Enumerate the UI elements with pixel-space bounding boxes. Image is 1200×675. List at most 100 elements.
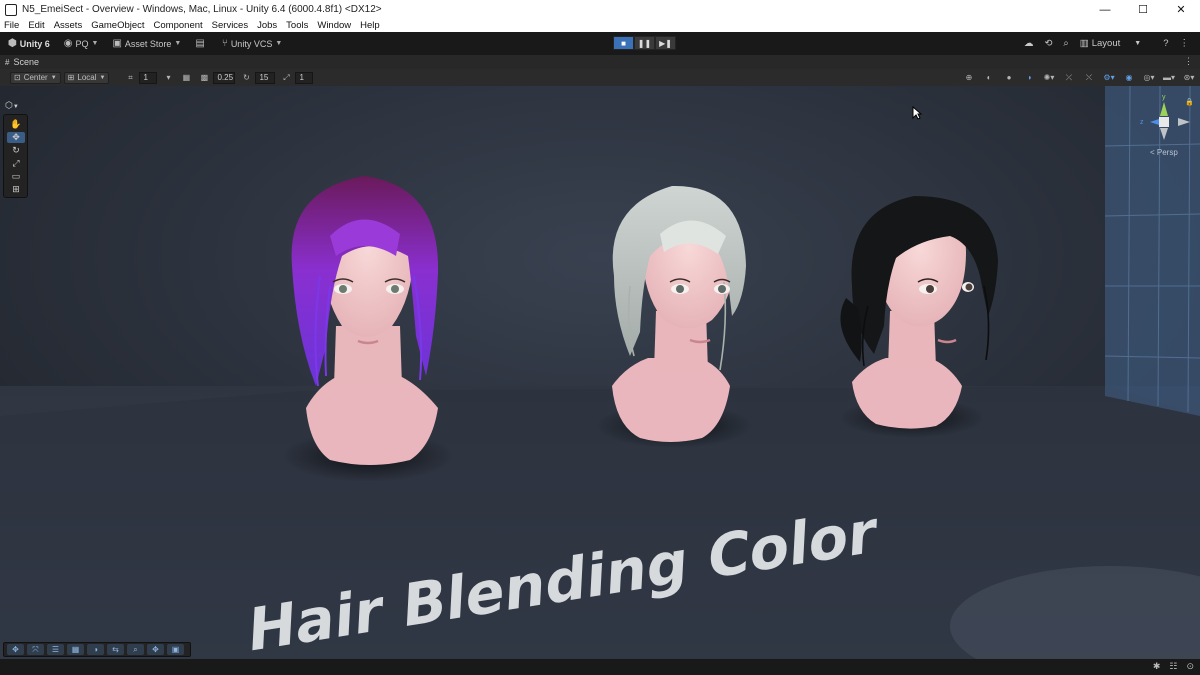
mouse-cursor-icon <box>912 106 922 120</box>
grid-snap-icon[interactable]: ⌗ <box>123 72 137 84</box>
package-button[interactable]: ▤ <box>192 35 210 52</box>
tab-scene[interactable]: # Scene <box>5 57 39 67</box>
menu-help[interactable]: Help <box>360 20 380 31</box>
menu-services[interactable]: Services <box>212 20 248 31</box>
pause-button[interactable]: ❚❚ <box>634 36 655 50</box>
vcs-button[interactable]: ⑂ Unity VCS ▼ <box>219 35 285 52</box>
asset-store-label: Asset Store <box>124 38 172 49</box>
chevron-down-icon: ▼ <box>12 104 19 110</box>
camera-icon[interactable]: ▣ <box>167 644 184 655</box>
pan-icon[interactable]: ✥ <box>147 644 164 655</box>
effects-icon[interactable]: ✺▾ <box>1042 72 1056 84</box>
rotate-tool-icon[interactable]: ↻ <box>7 145 25 156</box>
status-bar: ✱ ☷ ⊙ <box>0 659 1200 675</box>
play-stop-button[interactable]: ■ <box>613 36 634 50</box>
menu-window[interactable]: Window <box>317 20 351 31</box>
menu-assets[interactable]: Assets <box>54 20 83 31</box>
gizmo-lock-icon: 🔒 <box>1185 98 1194 106</box>
zoom-icon[interactable]: ⌕ <box>127 644 144 655</box>
store-bag-icon: ▣ <box>112 38 122 49</box>
account-button[interactable]: ◉ PQ ▼ <box>61 35 102 52</box>
window-controls: — ☐ ✕ <box>1086 0 1200 19</box>
rotate-snap-icon[interactable]: ↻ <box>239 72 253 84</box>
scene-viewport[interactable]: Hair Blending Color <box>0 86 1200 659</box>
step-button[interactable]: ▶❚ <box>655 36 676 50</box>
maximize-button[interactable]: ☐ <box>1124 0 1162 19</box>
account-icon: ◉ <box>63 38 73 49</box>
orientation-gizmo[interactable]: y z 🔒 < Persp <box>1128 88 1200 160</box>
search-icon[interactable]: ⌕ <box>1063 38 1068 49</box>
gizmos-icon[interactable]: ⚙▾ <box>1102 72 1116 84</box>
projection-label[interactable]: < Persp <box>1150 148 1178 157</box>
pivot-icon: ⊡ <box>14 73 21 82</box>
increment-snap-field[interactable]: 0.25 <box>213 71 236 84</box>
bottom-overlay-toolbar: ✥ ⤧ ☰ ▦ ◑ ⇆ ⌕ ✥ ▣ <box>3 642 191 657</box>
scale-snap-field[interactable]: 1 <box>295 71 314 84</box>
unity-logo-icon: ⬢ <box>8 38 17 49</box>
layout-button[interactable]: ▥ Layout ▼ <box>1080 38 1152 49</box>
hand-tool-icon[interactable]: ✋ <box>7 119 25 130</box>
tools-overlay: ✋ ✥ ↻ ⤢ ▭ ⊞ <box>3 114 28 198</box>
increment-snap-icon[interactable]: ▩ <box>197 72 211 84</box>
render-settings-icon[interactable]: ▬▾ <box>1162 72 1176 84</box>
shaded-icon[interactable]: ● <box>1002 72 1016 84</box>
pivot-mode-dropdown[interactable]: ⊡ Center ▼ <box>10 71 61 84</box>
menu-file[interactable]: File <box>4 20 19 31</box>
menu-tools[interactable]: Tools <box>286 20 308 31</box>
vcs-label: Unity VCS <box>230 38 273 49</box>
camera-settings-icon[interactable]: ◎▾ <box>1142 72 1156 84</box>
more-menu-icon[interactable]: ⋮ <box>1180 38 1190 49</box>
unity-menu-button[interactable]: ⬢ Unity 6 <box>5 35 53 52</box>
grid-visibility-icon[interactable]: ▦ <box>179 72 193 84</box>
grid-snap-field[interactable]: 1 <box>139 71 158 84</box>
space-label: Local <box>77 73 97 82</box>
orientation-icon[interactable]: ⊛▾ <box>1182 72 1196 84</box>
check-circle-icon[interactable]: ⊙ <box>1186 661 1194 672</box>
scene-fx-icon[interactable]: ⤬ <box>1082 72 1096 84</box>
move-tool-icon[interactable]: ✥ <box>7 132 25 143</box>
menu-bar: File Edit Assets GameObject Component Se… <box>0 19 1200 32</box>
draw-mode-icon[interactable]: ⊕ <box>962 72 976 84</box>
rect-tool-icon[interactable]: ▭ <box>7 171 25 182</box>
menu-jobs[interactable]: Jobs <box>257 20 277 31</box>
tile-tool-icon[interactable]: ⤧ <box>27 644 44 655</box>
close-button[interactable]: ✕ <box>1162 0 1200 19</box>
package-icon: ▤ <box>195 38 205 49</box>
scene-toolbar: ⊡ Center ▼ ⊞ Local ▼ ⌗ 1 ▾ ▦ ▩ 0.25 ↻ 15… <box>0 69 1200 86</box>
move-snap-icon[interactable]: ✥ <box>7 644 24 655</box>
space-icon: ⊞ <box>67 73 75 82</box>
gizmo-y-label: y <box>1162 94 1166 101</box>
tab-more-icon[interactable]: ⋮ <box>1184 56 1193 67</box>
minimize-button[interactable]: — <box>1086 0 1124 19</box>
audio-mute-icon[interactable]: ⤫ <box>1062 72 1076 84</box>
window-title: N5_EmeiSect - Overview - Windows, Mac, L… <box>22 4 382 15</box>
sort-icon[interactable]: ⇆ <box>107 644 124 655</box>
grid-tool-icon[interactable]: ▦ <box>67 644 84 655</box>
lighting-overlay-icon[interactable]: ◑ <box>87 644 104 655</box>
pivot-space-dropdown[interactable]: ⊞ Local ▼ <box>63 71 110 84</box>
asset-store-button[interactable]: ▣ Asset Store ▼ <box>109 35 184 52</box>
account-label: PQ <box>75 38 89 49</box>
lighting-toggle-icon[interactable]: ◑ <box>1022 72 1036 84</box>
rotate-snap-field[interactable]: 15 <box>255 71 276 84</box>
scale-tool-icon[interactable]: ⤢ <box>7 158 25 169</box>
axis-gizmo-icon: y z 🔒 <box>1140 94 1194 140</box>
menu-component[interactable]: Component <box>154 20 203 31</box>
help-icon[interactable]: ? <box>1163 38 1168 49</box>
menu-gameobject[interactable]: GameObject <box>91 20 144 31</box>
history-icon[interactable]: ⟲ <box>1044 38 1052 49</box>
transform-tool-icon[interactable]: ⊞ <box>7 184 25 195</box>
grid-dropdown-icon[interactable]: ▾ <box>161 72 175 84</box>
visibility-icon[interactable]: ◉ <box>1122 72 1136 84</box>
wireframe-icon[interactable]: ◐ <box>982 72 996 84</box>
toolbar-right: ☁ ⟲ ⌕ ▥ Layout ▼ ? ⋮ <box>1024 32 1200 55</box>
view-options-button[interactable]: ⬡▼ <box>5 100 19 111</box>
scene-tab-row: # Scene ⋮ <box>0 55 1200 69</box>
menu-edit[interactable]: Edit <box>28 20 44 31</box>
bug-icon[interactable]: ✱ <box>1153 661 1161 672</box>
scale-snap-icon[interactable]: ⤢ <box>279 72 293 84</box>
cloud-icon[interactable]: ☁ <box>1024 38 1034 49</box>
main-toolbar: ⬢ Unity 6 ◉ PQ ▼ ▣ Asset Store ▼ ▤ ⑂ Uni… <box>0 32 1200 55</box>
layers-icon[interactable]: ☰ <box>47 644 64 655</box>
sliders-icon[interactable]: ☷ <box>1169 661 1177 672</box>
